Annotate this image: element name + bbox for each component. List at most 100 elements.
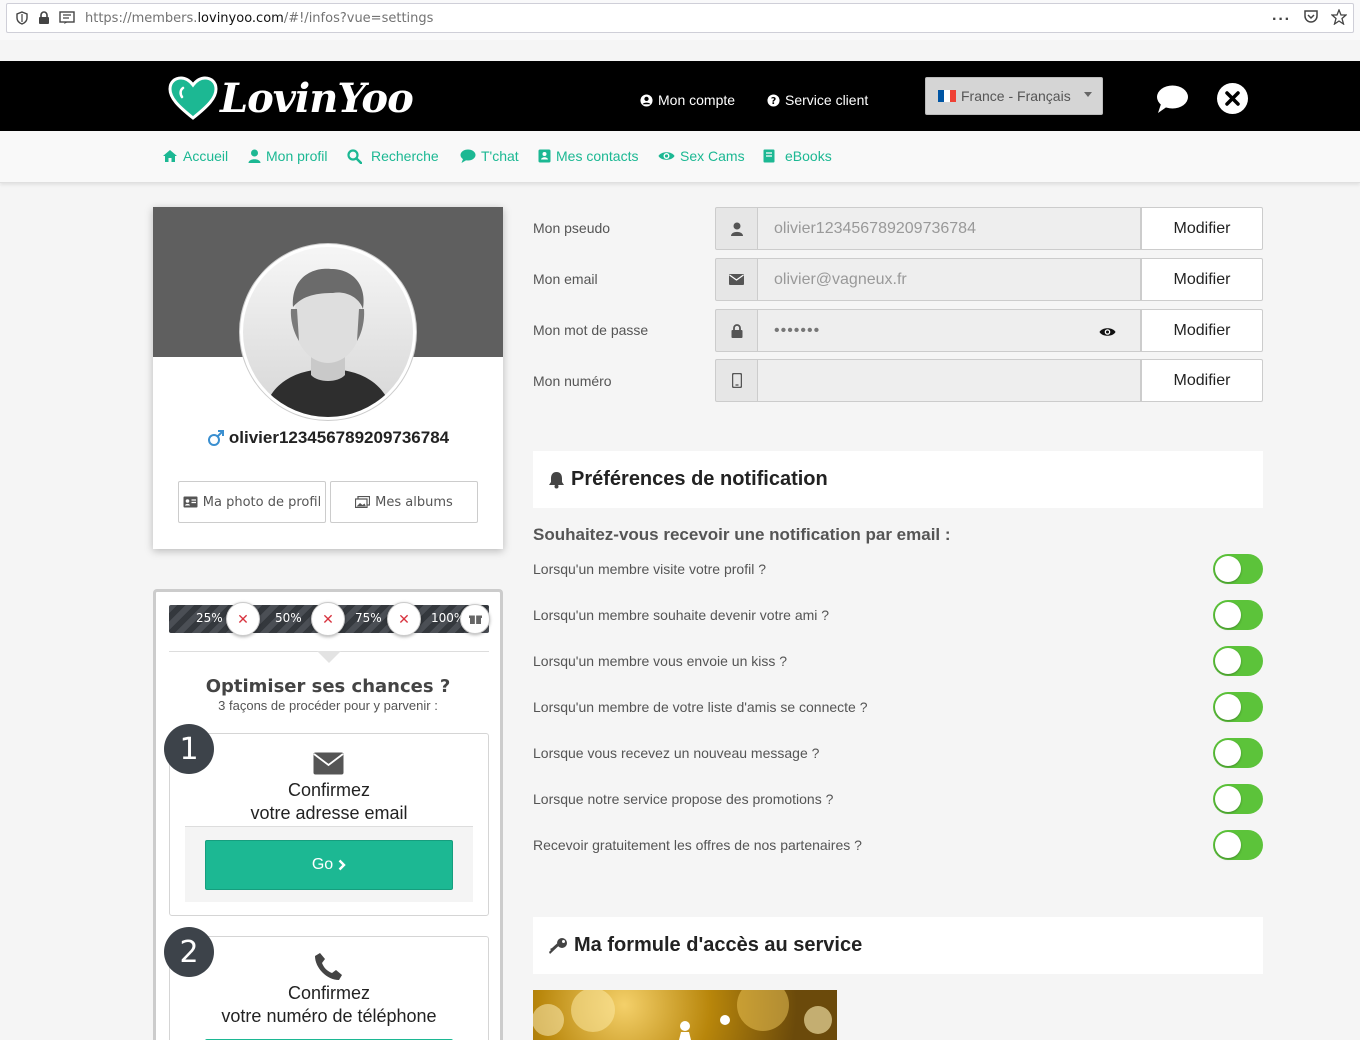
optimize-subtitle: 3 façons de procéder pour y parvenir : bbox=[218, 698, 438, 713]
notification-toggle[interactable] bbox=[1213, 738, 1263, 768]
nav-label: Recherche bbox=[371, 148, 439, 164]
notification-row: Lorsque vous recevez un nouveau message … bbox=[533, 738, 1263, 768]
default-avatar-icon bbox=[243, 247, 413, 417]
subscription-banner-image[interactable] bbox=[533, 990, 837, 1040]
url-text[interactable]: https://members.lovinyoo.com/#!/infos?vu… bbox=[85, 11, 433, 26]
step-number-badge: 1 bbox=[164, 724, 214, 774]
main-nav: Accueil Mon profil Recherche T'chat Mes … bbox=[0, 131, 1360, 183]
phone-input[interactable] bbox=[757, 359, 1141, 402]
progress-bar: 25% ✕ 50% ✕ 75% ✕ 100% bbox=[169, 602, 490, 636]
pseudo-input[interactable]: olivier123456789209736784 bbox=[757, 207, 1141, 250]
progress-cross-icon: ✕ bbox=[387, 602, 421, 636]
progress-cross-icon: ✕ bbox=[311, 602, 345, 636]
notification-row: Recevoir gratuitement les offres de nos … bbox=[533, 830, 1263, 860]
nav-label: T'chat bbox=[481, 148, 519, 164]
progress-pointer bbox=[317, 651, 341, 663]
modify-email-button[interactable]: Modifier bbox=[1141, 258, 1263, 301]
notification-row: Lorsque notre service propose des promot… bbox=[533, 784, 1263, 814]
avatar[interactable] bbox=[240, 244, 416, 420]
nav-item-accueil[interactable]: Accueil bbox=[162, 148, 228, 164]
pocket-icon[interactable] bbox=[1303, 9, 1319, 30]
support-link-label: Service client bbox=[785, 92, 869, 108]
go-label: Go bbox=[311, 856, 334, 873]
account-link[interactable]: Mon compte bbox=[640, 92, 735, 108]
step-confirm-phone: 2 Confirmez votre numéro de téléphone bbox=[164, 927, 489, 1040]
notification-toggle[interactable] bbox=[1213, 784, 1263, 814]
notification-label: Recevoir gratuitement les offres de nos … bbox=[533, 837, 862, 853]
progress-step-label: 75% bbox=[355, 611, 382, 625]
bookmark-star-icon[interactable] bbox=[1330, 8, 1348, 30]
address-bar[interactable]: https://members.lovinyoo.com/#!/infos?vu… bbox=[6, 3, 1354, 33]
nav-label: Accueil bbox=[183, 148, 229, 164]
chat-bubble-icon[interactable] bbox=[1156, 84, 1189, 119]
logo-text: LovinYoo bbox=[220, 74, 414, 122]
more-actions-icon[interactable]: ··· bbox=[1272, 11, 1291, 29]
nav-item-sex-cams[interactable]: Sex Cams bbox=[658, 148, 745, 164]
phone-label: Mon numéro bbox=[533, 373, 612, 389]
site-logo[interactable]: LovinYoo bbox=[168, 74, 414, 122]
page-info-icon[interactable] bbox=[59, 11, 75, 25]
chevron-right-icon bbox=[338, 859, 346, 871]
modify-phone-button[interactable]: Modifier bbox=[1141, 359, 1263, 402]
email-input[interactable]: olivier@vagneux.fr bbox=[757, 258, 1141, 301]
notification-label: Lorsqu'un membre de votre liste d'amis s… bbox=[533, 699, 868, 715]
envelope-icon bbox=[715, 258, 758, 301]
notification-label: Lorsque notre service propose des promot… bbox=[533, 791, 834, 807]
notification-toggle[interactable] bbox=[1213, 600, 1263, 630]
svg-text:?: ? bbox=[771, 95, 776, 106]
notification-label: Lorsqu'un membre vous envoie un kiss ? bbox=[533, 653, 788, 669]
progress-step-label: 25% bbox=[196, 611, 223, 625]
nav-label: Mon profil bbox=[266, 148, 328, 164]
nav-item-mes-contacts[interactable]: Mes contacts bbox=[538, 148, 638, 164]
mobile-icon bbox=[715, 359, 758, 402]
go-confirm-email-button[interactable]: Go bbox=[205, 840, 453, 890]
modify-pseudo-button[interactable]: Modifier bbox=[1141, 207, 1263, 250]
password-value: ••••••• bbox=[774, 321, 821, 339]
support-link[interactable]: ? Service client bbox=[767, 92, 868, 108]
bell-icon bbox=[549, 471, 564, 488]
site-header: LovinYoo Mon compte ? Service client Fra… bbox=[0, 61, 1360, 131]
notification-toggle[interactable] bbox=[1213, 554, 1263, 584]
pseudo-label: Mon pseudo bbox=[533, 220, 611, 236]
notification-toggle[interactable] bbox=[1213, 692, 1263, 722]
step-line1: Confirmez bbox=[287, 780, 371, 800]
user-icon bbox=[715, 207, 758, 250]
caret-down-icon bbox=[1083, 91, 1092, 97]
lock-icon[interactable] bbox=[37, 11, 51, 25]
step-line2: votre adresse email bbox=[250, 803, 408, 823]
password-input[interactable]: ••••••• bbox=[757, 309, 1141, 352]
profile-photo-button[interactable]: Ma photo de profil bbox=[178, 481, 326, 523]
nav-label: Mes contacts bbox=[556, 148, 639, 164]
browser-toolbar: https://members.lovinyoo.com/#!/infos?vu… bbox=[0, 0, 1360, 40]
profile-username: olivier123456789209736784 bbox=[153, 428, 503, 448]
password-label: Mon mot de passe bbox=[533, 322, 649, 338]
language-selector[interactable]: France - Français bbox=[925, 77, 1103, 115]
home-icon bbox=[163, 150, 177, 162]
email-value: olivier@vagneux.fr bbox=[774, 270, 907, 288]
username-text: olivier123456789209736784 bbox=[228, 428, 450, 447]
modify-password-button[interactable]: Modifier bbox=[1141, 309, 1263, 352]
notification-toggle[interactable] bbox=[1213, 646, 1263, 676]
language-label: France - Français bbox=[961, 88, 1071, 104]
heart-logo-icon bbox=[168, 76, 218, 120]
notification-label: Lorsqu'un membre souhaite devenir votre … bbox=[533, 607, 830, 623]
shield-icon[interactable] bbox=[15, 11, 29, 25]
nav-label: Sex Cams bbox=[680, 148, 745, 164]
eye-toggle-icon[interactable] bbox=[1099, 325, 1116, 343]
notification-toggle[interactable] bbox=[1213, 830, 1263, 860]
account-link-label: Mon compte bbox=[658, 92, 736, 108]
albums-button[interactable]: Mes albums bbox=[330, 481, 478, 523]
nav-item-recherche[interactable]: Recherche bbox=[347, 148, 439, 164]
lock-icon bbox=[715, 309, 758, 352]
close-icon[interactable] bbox=[1217, 83, 1248, 119]
progress-step-label: 50% bbox=[275, 611, 302, 625]
step-line1: Confirmez bbox=[287, 983, 371, 1003]
question-circle-icon: ? bbox=[767, 93, 780, 106]
chat-icon bbox=[460, 149, 476, 163]
nav-item-ebooks[interactable]: eBooks bbox=[763, 148, 832, 164]
notifications-question: Souhaitez-vous recevoir une notification… bbox=[533, 525, 951, 544]
nav-item-mon-profil[interactable]: Mon profil bbox=[248, 148, 327, 164]
nav-item-tchat[interactable]: T'chat bbox=[460, 148, 519, 164]
step-footer: Go bbox=[185, 826, 473, 902]
optimize-title: Optimiser ses chances ? bbox=[205, 676, 451, 697]
